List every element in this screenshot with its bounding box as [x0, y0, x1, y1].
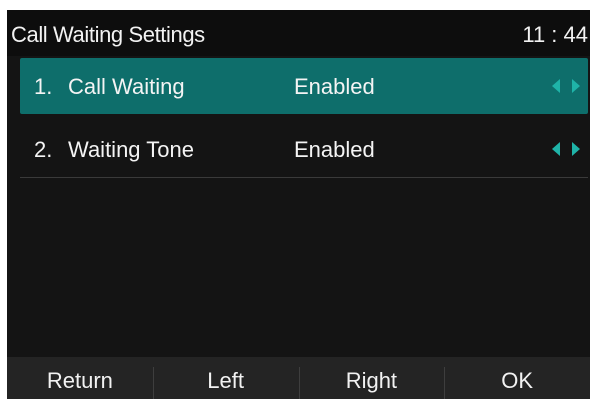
row-value[interactable]: Enabled [294, 74, 375, 100]
page-title: Call Waiting Settings [11, 22, 205, 47]
left-softkey[interactable]: Left [152, 357, 299, 399]
row-label: Call Waiting [68, 74, 185, 99]
right-softkey[interactable]: Right [298, 357, 445, 399]
setting-row-call-waiting[interactable]: 1. Call Waiting Enabled [20, 58, 588, 114]
return-softkey[interactable]: Return [7, 357, 153, 399]
ok-softkey[interactable]: OK [444, 357, 590, 399]
row-value[interactable]: Enabled [294, 137, 375, 163]
left-right-arrows-icon[interactable] [552, 79, 580, 93]
clock: 11 : 44 [522, 22, 588, 47]
row-label: Waiting Tone [68, 137, 194, 162]
setting-row-waiting-tone[interactable]: 2. Waiting Tone Enabled [20, 121, 588, 178]
left-right-arrows-icon[interactable] [552, 142, 580, 156]
phone-screen: Call Waiting Settings 11 : 44 1. Call Wa… [7, 10, 590, 399]
row-index: 1. [34, 74, 53, 99]
row-index: 2. [34, 137, 53, 162]
softkey-bar: Return Left Right OK [7, 357, 590, 399]
title-bar: Call Waiting Settings 11 : 44 [7, 10, 590, 56]
